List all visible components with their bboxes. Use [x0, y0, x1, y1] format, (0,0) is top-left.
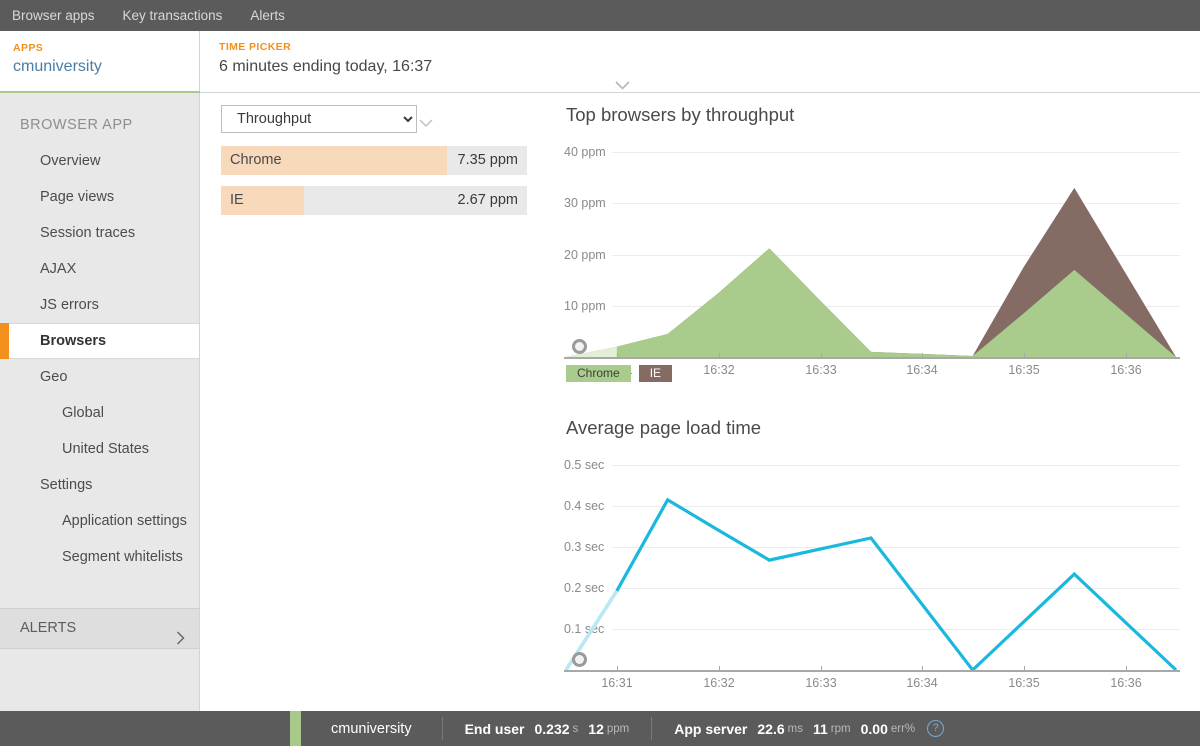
top-navigation-bar: Browser apps Key transactions Alerts [0, 0, 1200, 31]
sidebar-item-settings[interactable]: Settings [0, 467, 199, 503]
x-axis-tick [1126, 353, 1127, 359]
series-canvas [564, 497, 1178, 672]
series-canvas [566, 187, 1176, 357]
x-axis-tick [719, 353, 720, 359]
status-bar-app-server-value-3: 0.00 [860, 720, 888, 737]
sidebar-item-application-settings[interactable]: Application settings [0, 503, 199, 539]
x-axis-tick-label: 16:35 [1008, 676, 1040, 690]
chevron-down-icon-secondary[interactable] [419, 115, 433, 128]
status-bar-end-user-unit-2: ppm [606, 722, 630, 735]
browser-row-chrome-value: 7.35 ppm [457, 152, 518, 168]
sidebar-alerts-label: ALERTS [20, 620, 77, 636]
status-bar-app-server-value-1: 22.6 [757, 720, 785, 737]
status-bar-app-server-unit-2: rpm [830, 722, 851, 735]
legend-chip-ie[interactable]: IE [638, 365, 673, 382]
chart-title-page-load: Average page load time [566, 417, 762, 438]
sidebar-item-united-states[interactable]: United States [0, 431, 199, 467]
x-axis-baseline [564, 357, 1180, 359]
x-axis-tick [617, 353, 618, 359]
status-bar-end-user-value-1: 0.232 [534, 720, 570, 737]
x-axis-tick [719, 666, 720, 672]
status-bar: cmuniversity End user 0.232 s 12 ppm App… [0, 711, 1200, 746]
status-bar-app-name[interactable]: cmuniversity [301, 711, 442, 746]
metric-select[interactable]: Throughput [221, 105, 417, 133]
main-content: Throughput Chrome 7.35 ppm IE 2.67 ppm T… [200, 93, 1200, 711]
x-axis-tick [617, 666, 618, 672]
sidebar-section-title: BROWSER APP [20, 117, 133, 133]
x-axis-tick [821, 666, 822, 672]
chart-average-page-load-time: Average page load time 0.5 sec 0.4 sec 0.3… [550, 416, 1180, 697]
status-bar-end-user-unit-1: s [572, 722, 579, 735]
x-axis-tick [1126, 666, 1127, 672]
chart-range-handle[interactable] [572, 339, 587, 354]
chart-title-throughput: Top browsers by throughput [566, 104, 795, 125]
x-axis-tick-label: 16:35 [1008, 363, 1040, 377]
sidebar-item-browsers[interactable]: Browsers [0, 323, 199, 359]
status-bar-app-server-label: App server [674, 720, 748, 737]
browser-breakdown-panel: Throughput Chrome 7.35 ppm IE 2.67 ppm [221, 105, 527, 215]
x-axis-tick [1024, 353, 1025, 359]
app-name-link[interactable]: cmuniversity [13, 56, 199, 77]
x-axis-tick [1024, 666, 1025, 672]
chart-range-handle[interactable] [572, 652, 587, 667]
x-axis-tick-label: 16:31 [601, 676, 633, 690]
header-band: APPS cmuniversity TIME PICKER 6 minutes … [0, 31, 1200, 95]
time-picker[interactable]: TIME PICKER 6 minutes ending today, 16:3… [200, 31, 1200, 93]
status-bar-end-user-group[interactable]: End user 0.232 s 12 ppm [443, 711, 652, 746]
x-axis-tick-label: 16:36 [1110, 676, 1142, 690]
legend-chip-chrome[interactable]: Chrome [566, 365, 631, 382]
x-axis-tick-label: 16:36 [1110, 363, 1142, 377]
app-root: Browser apps Key transactions Alerts APP… [0, 0, 1200, 746]
chevron-right-icon [176, 622, 185, 645]
status-bar-app-server-value-2: 11 [812, 720, 828, 737]
status-bar-app-server-unit-1: ms [787, 722, 803, 735]
metric-select-wrapper: Throughput [221, 105, 527, 135]
x-axis-tick-label: 16:34 [906, 363, 938, 377]
sidebar: BROWSER APP Overview Page views Session … [0, 93, 200, 711]
browser-row-ie-name: IE [230, 192, 244, 208]
x-axis-tick-label: 16:32 [703, 363, 735, 377]
x-axis-tick-label: 16:33 [805, 676, 837, 690]
sidebar-item-geo[interactable]: Geo [0, 359, 199, 395]
browser-row-chrome[interactable]: Chrome 7.35 ppm [221, 146, 527, 175]
sidebar-item-overview[interactable]: Overview [0, 143, 199, 179]
chart-legend-throughput: Chrome IE [566, 365, 673, 382]
plot-area-throughput[interactable]: 40 ppm30 ppm20 ppm10 ppm16:3116:3216:331… [550, 129, 1180, 384]
app-picker[interactable]: APPS cmuniversity [0, 31, 200, 95]
status-bar-app-server-unit-3: err% [890, 722, 916, 735]
topnav-item-browser-apps[interactable]: Browser apps [0, 0, 109, 31]
status-bar-spacer [0, 711, 290, 746]
sidebar-item-js-errors[interactable]: JS errors [0, 287, 199, 323]
chart-top-browsers-by-throughput: Top browsers by throughput 40 ppm 30 ppm 2… [550, 103, 1180, 384]
x-axis-tick [922, 353, 923, 359]
topnav-item-alerts[interactable]: Alerts [236, 0, 299, 31]
status-bar-app-server-group[interactable]: App server 22.6 ms 11 rpm 0.00 err% ? [652, 711, 966, 746]
x-axis-tick-label: 16:34 [906, 676, 938, 690]
sidebar-item-segment-whitelists[interactable]: Segment whitelists [0, 539, 199, 575]
sidebar-item-ajax[interactable]: AJAX [0, 251, 199, 287]
sidebar-item-page-views[interactable]: Page views [0, 179, 199, 215]
browser-row-ie-value: 2.67 ppm [457, 192, 518, 208]
topnav-item-key-transactions[interactable]: Key transactions [109, 0, 237, 31]
plot-area-page-load[interactable]: 0.5 sec 0.4 sec 0.3 sec 0.2 sec 0.1 sec 16:31… [550, 442, 1180, 697]
sidebar-item-global[interactable]: Global [0, 395, 199, 431]
sidebar-item-session-traces[interactable]: Session traces [0, 215, 199, 251]
time-picker-kicker-label: TIME PICKER [219, 41, 292, 53]
browser-row-ie[interactable]: IE 2.67 ppm [221, 186, 527, 215]
line-series-page-load [564, 497, 1178, 672]
status-bar-app-accent [290, 711, 301, 746]
sidebar-item-alerts[interactable]: ALERTS [0, 608, 199, 649]
x-axis-baseline [564, 670, 1180, 672]
x-axis-tick [821, 353, 822, 359]
status-bar-end-user-value-2: 12 [588, 720, 604, 737]
help-icon[interactable]: ? [927, 720, 945, 737]
status-bar-end-user-label: End user [464, 720, 525, 737]
x-axis-tick-label: 16:33 [805, 363, 837, 377]
chevron-down-icon[interactable] [615, 81, 630, 90]
browser-row-chrome-name: Chrome [230, 152, 282, 168]
x-axis-tick-label: 16:32 [703, 676, 735, 690]
time-picker-value: 6 minutes ending today, 16:37 [219, 58, 433, 75]
apps-kicker-label: APPS [13, 42, 44, 54]
x-axis-tick [922, 666, 923, 672]
